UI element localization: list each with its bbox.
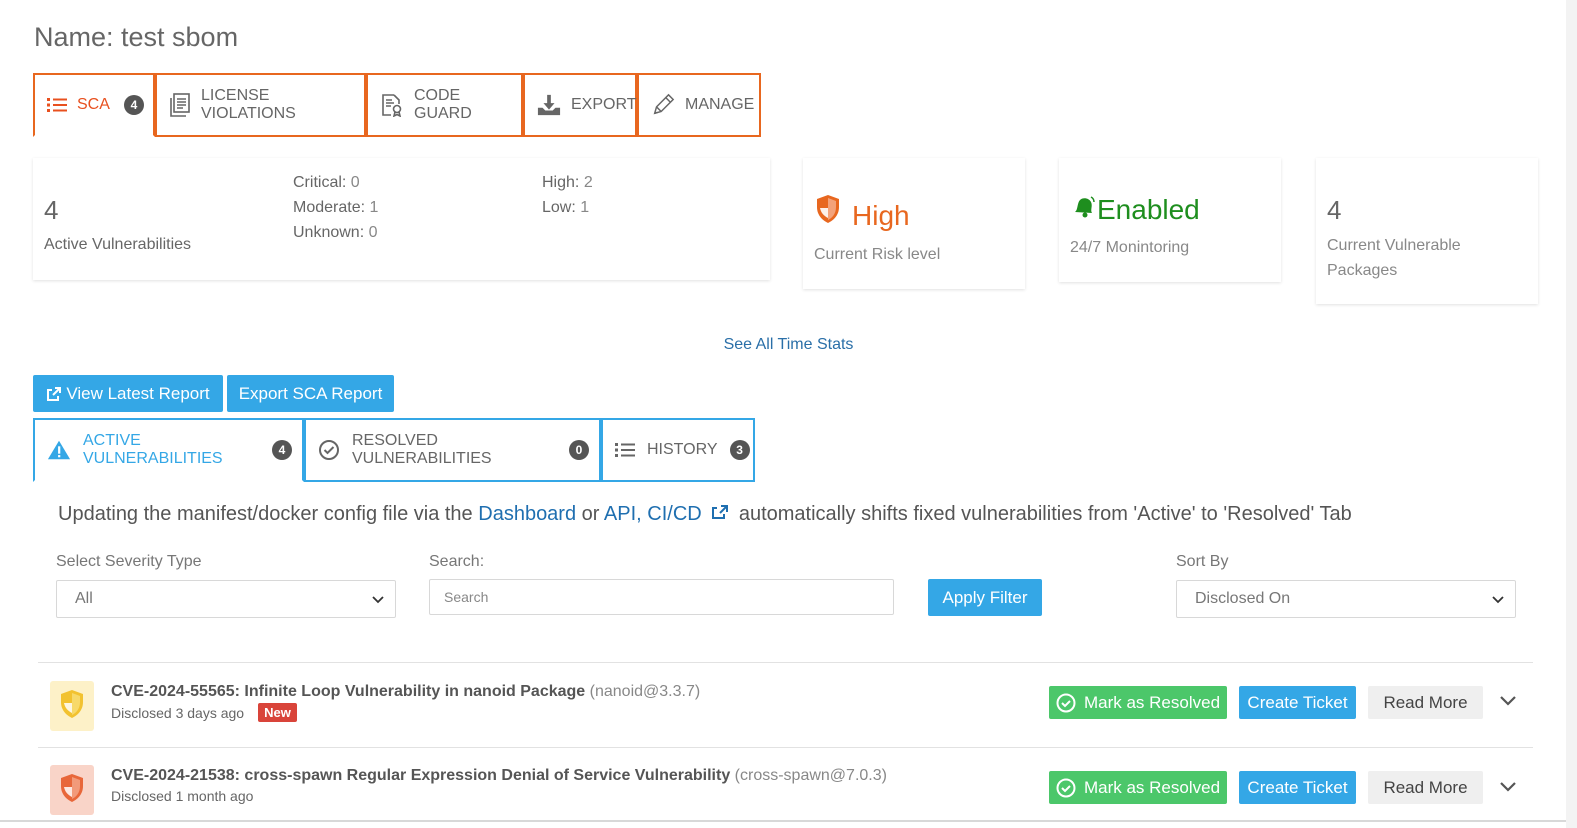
info-or: or xyxy=(581,503,600,525)
vulnerable-packages-card: 4 Current Vulnerable Packages xyxy=(1316,158,1538,304)
tab-history-label: HISTORY xyxy=(647,441,718,458)
tab-license-violations-label: LICENSE VIOLATIONS xyxy=(201,87,296,122)
vulnerability-title[interactable]: CVE-2024-55565: Infinite Loop Vulnerabil… xyxy=(111,683,700,701)
disclosed-date: Disclosed 3 days ago New xyxy=(111,703,297,722)
severity-shield xyxy=(50,765,94,815)
unknown-stat: Unknown: 0 xyxy=(293,224,378,241)
severity-filter-label: Select Severity Type xyxy=(56,553,202,570)
severity-select[interactable]: All xyxy=(56,580,396,618)
mark-as-resolved-button[interactable]: Mark as Resolved xyxy=(1049,771,1227,804)
high-stat: High: 2 xyxy=(542,174,593,191)
create-ticket-button[interactable]: Create Ticket xyxy=(1239,686,1356,719)
moderate-stat: Moderate: 1 xyxy=(293,199,379,216)
severity-left-column: Critical: 0 Moderate: 1 Unknown: 0 xyxy=(293,170,378,245)
risk-label: Current Risk level xyxy=(814,246,941,263)
search-label: Search: xyxy=(429,553,485,570)
vulnerability-title[interactable]: CVE-2024-21538: cross-spawn Regular Expr… xyxy=(111,767,887,785)
list-icon xyxy=(47,93,67,117)
package-name: (cross-spawn@7.0.3) xyxy=(734,767,887,784)
top-tabs: SCA 4 LICENSE VIOLATIONS CODE GUARD EXPO… xyxy=(33,73,761,137)
active-count: 4 xyxy=(44,195,59,225)
document-icon xyxy=(169,93,191,117)
info-message: Updating the manifest/docker config file… xyxy=(58,503,1352,526)
vulnerability-tabs: ACTIVE VULNERABILITIES 4 RESOLVED VULNER… xyxy=(33,418,755,482)
packages-label-line2: Packages xyxy=(1327,262,1398,279)
bell-icon xyxy=(1071,194,1097,225)
page-title: Name: test sbom xyxy=(34,22,239,52)
vulnerability-row: CVE-2024-21538: cross-spawn Regular Expr… xyxy=(38,747,1533,828)
search-input[interactable]: Search xyxy=(429,579,894,615)
code-guard-icon xyxy=(380,93,404,117)
download-icon xyxy=(537,93,561,117)
tab-sca-label: SCA xyxy=(77,96,110,113)
tab-resolved-vulnerabilities-label: RESOLVED VULNERABILITIES xyxy=(352,432,492,467)
sort-by-label: Sort By xyxy=(1176,553,1229,570)
check-circle-icon xyxy=(1056,693,1076,713)
package-name: (nanoid@3.3.7) xyxy=(589,683,701,700)
tab-manage-label: MANAGE xyxy=(685,96,755,113)
shield-icon xyxy=(59,689,85,724)
packages-label-line1: Current Vulnerable xyxy=(1327,237,1461,254)
active-label: Active Vulnerabilities xyxy=(44,236,192,253)
tab-license-violations[interactable]: LICENSE VIOLATIONS xyxy=(155,73,366,137)
chevron-down-icon xyxy=(371,592,385,611)
new-badge: New xyxy=(258,703,297,722)
external-link-icon xyxy=(46,386,62,402)
mark-as-resolved-button[interactable]: Mark as Resolved xyxy=(1049,686,1227,719)
external-link-icon[interactable] xyxy=(711,503,729,526)
risk-value: High xyxy=(852,200,910,231)
critical-stat: Critical: 0 xyxy=(293,174,360,191)
disclosed-date: Disclosed 1 month ago xyxy=(111,788,254,804)
tab-active-vulnerabilities-label: ACTIVE VULNERABILITIES xyxy=(83,432,223,467)
tab-manage[interactable]: MANAGE xyxy=(637,73,761,137)
scrollbar[interactable] xyxy=(1566,0,1577,828)
severity-shield xyxy=(50,681,94,731)
dashboard-link[interactable]: Dashboard xyxy=(478,503,576,525)
tab-resolved-badge: 0 xyxy=(569,440,589,460)
tab-export[interactable]: EXPORT xyxy=(523,73,637,137)
chevron-down-icon[interactable] xyxy=(1499,780,1517,799)
severity-right-column: High: 2 Low: 1 xyxy=(542,170,593,220)
tab-active-vulnerabilities[interactable]: ACTIVE VULNERABILITIES 4 xyxy=(33,418,304,482)
low-stat: Low: 1 xyxy=(542,199,590,216)
tab-history[interactable]: HISTORY 3 xyxy=(601,418,755,482)
apply-filter-button[interactable]: Apply Filter xyxy=(928,579,1042,616)
tab-history-badge: 3 xyxy=(729,440,750,460)
tab-active-badge: 4 xyxy=(272,440,292,460)
chevron-down-icon xyxy=(1491,592,1505,611)
check-circle-icon xyxy=(318,438,340,462)
monitoring-value: Enabled xyxy=(1097,194,1200,225)
risk-level-card: High Current Risk level xyxy=(803,158,1025,289)
tab-code-guard-label: CODE GUARD xyxy=(414,87,472,122)
pencil-icon xyxy=(651,93,675,117)
create-ticket-button[interactable]: Create Ticket xyxy=(1239,771,1356,804)
info-prefix: Updating the manifest/docker config file… xyxy=(58,503,473,525)
info-suffix: automatically shifts fixed vulnerabiliti… xyxy=(738,503,1352,525)
read-more-button[interactable]: Read More xyxy=(1368,771,1483,804)
vulnerability-row: CVE-2024-55565: Infinite Loop Vulnerabil… xyxy=(38,662,1533,747)
tab-sca[interactable]: SCA 4 xyxy=(33,73,155,137)
list-icon xyxy=(615,438,635,462)
monitoring-label: 24/7 Monintoring xyxy=(1070,239,1190,256)
export-sca-report-button[interactable]: Export SCA Report xyxy=(227,375,394,412)
read-more-button[interactable]: Read More xyxy=(1368,686,1483,719)
active-vulnerabilities-card: 4 Active Vulnerabilities Critical: 0 Mod… xyxy=(33,158,770,280)
chevron-down-icon[interactable] xyxy=(1499,694,1517,713)
check-circle-icon xyxy=(1056,778,1076,798)
sort-by-select[interactable]: Disclosed On xyxy=(1176,580,1516,618)
packages-count: 4 xyxy=(1327,195,1342,225)
see-all-time-stats-link[interactable]: See All Time Stats xyxy=(0,336,1577,354)
tab-code-guard[interactable]: CODE GUARD xyxy=(366,73,523,137)
monitoring-card: Enabled 24/7 Monintoring xyxy=(1059,158,1281,282)
shield-icon xyxy=(59,773,85,808)
api-cicd-link[interactable]: API, CI/CD xyxy=(604,503,702,525)
tab-sca-badge: 4 xyxy=(123,95,144,115)
shield-icon xyxy=(815,194,841,229)
bottom-divider xyxy=(0,820,1566,822)
tab-resolved-vulnerabilities[interactable]: RESOLVED VULNERABILITIES 0 xyxy=(304,418,601,482)
tab-export-label: EXPORT xyxy=(571,96,637,113)
warning-icon xyxy=(47,438,71,462)
view-latest-report-button[interactable]: View Latest Report xyxy=(33,375,223,412)
